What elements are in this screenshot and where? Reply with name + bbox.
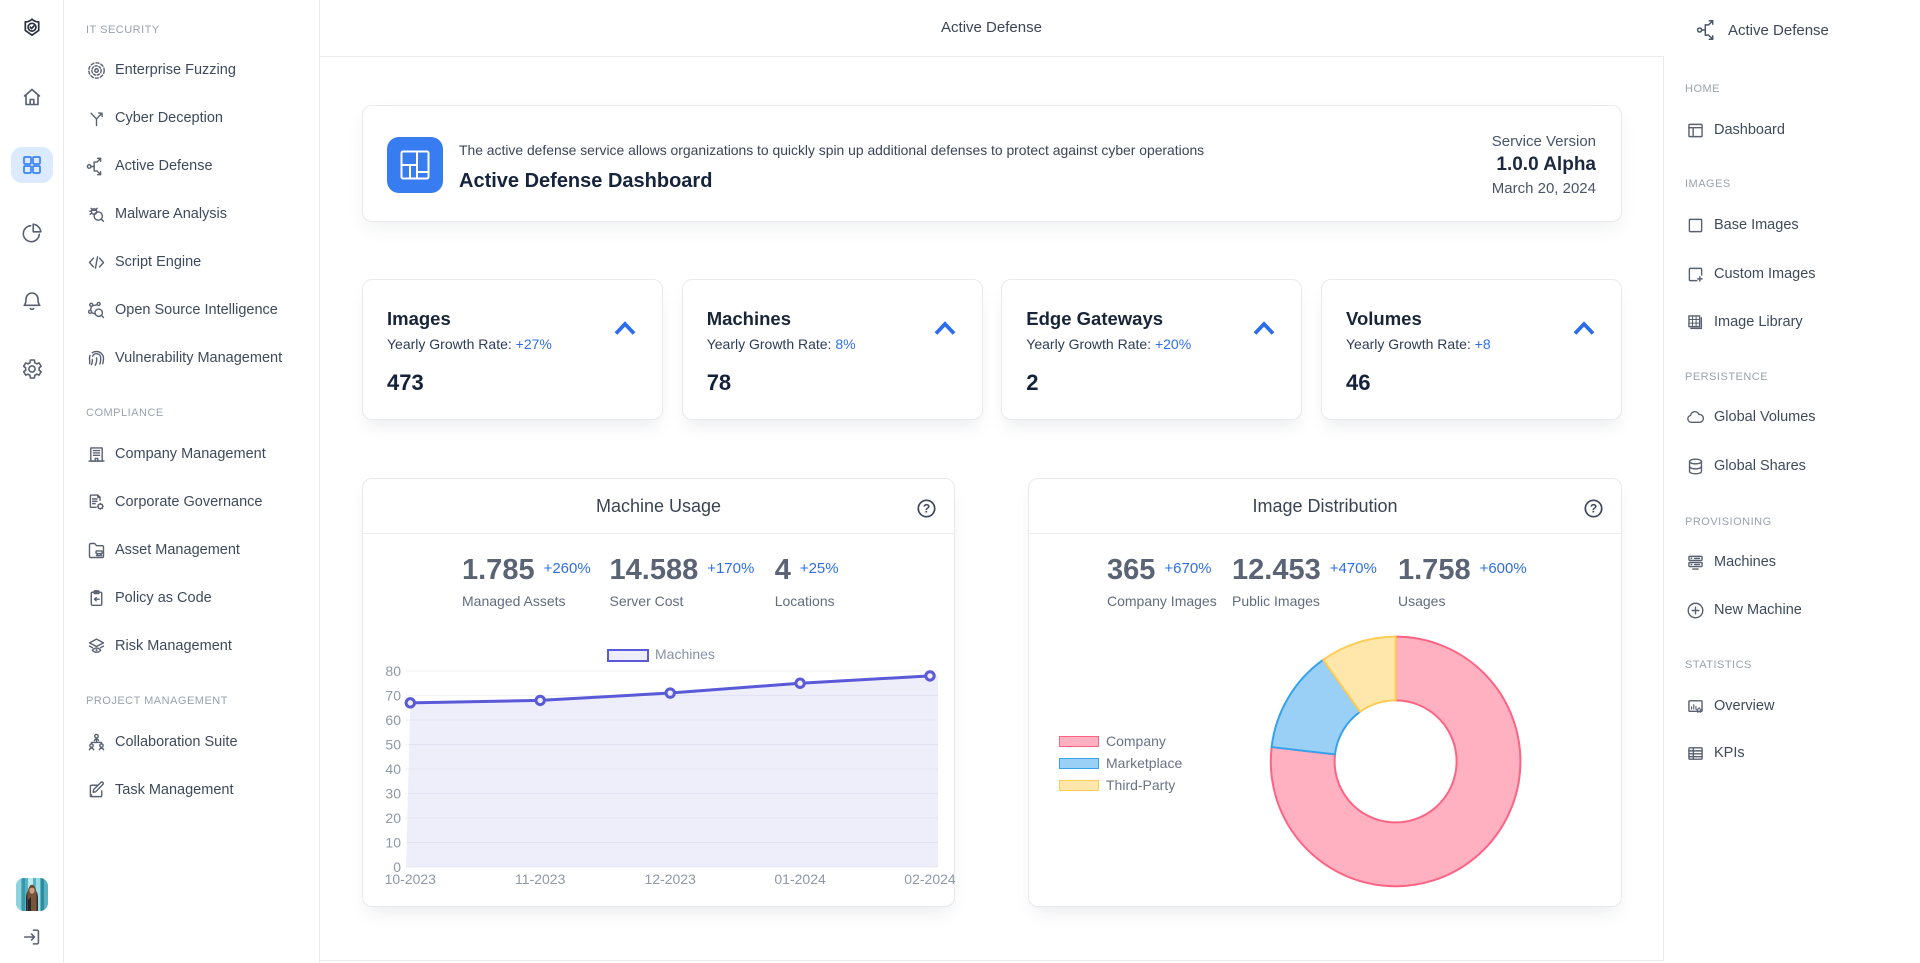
svg-text:01-2024: 01-2024 bbox=[774, 871, 826, 887]
svg-text:80: 80 bbox=[385, 663, 401, 679]
svg-text:20: 20 bbox=[385, 810, 401, 826]
svg-text:10: 10 bbox=[385, 835, 401, 851]
svg-text:50: 50 bbox=[385, 737, 401, 753]
svg-text:10-2023: 10-2023 bbox=[385, 871, 437, 887]
svg-text:70: 70 bbox=[385, 688, 401, 704]
svg-text:30: 30 bbox=[385, 786, 401, 802]
svg-text:40: 40 bbox=[385, 761, 401, 777]
svg-text:12-2023: 12-2023 bbox=[645, 871, 697, 887]
svg-text:60: 60 bbox=[385, 712, 401, 728]
svg-text:11-2023: 11-2023 bbox=[515, 871, 566, 887]
svg-text:02-2024: 02-2024 bbox=[904, 871, 956, 887]
